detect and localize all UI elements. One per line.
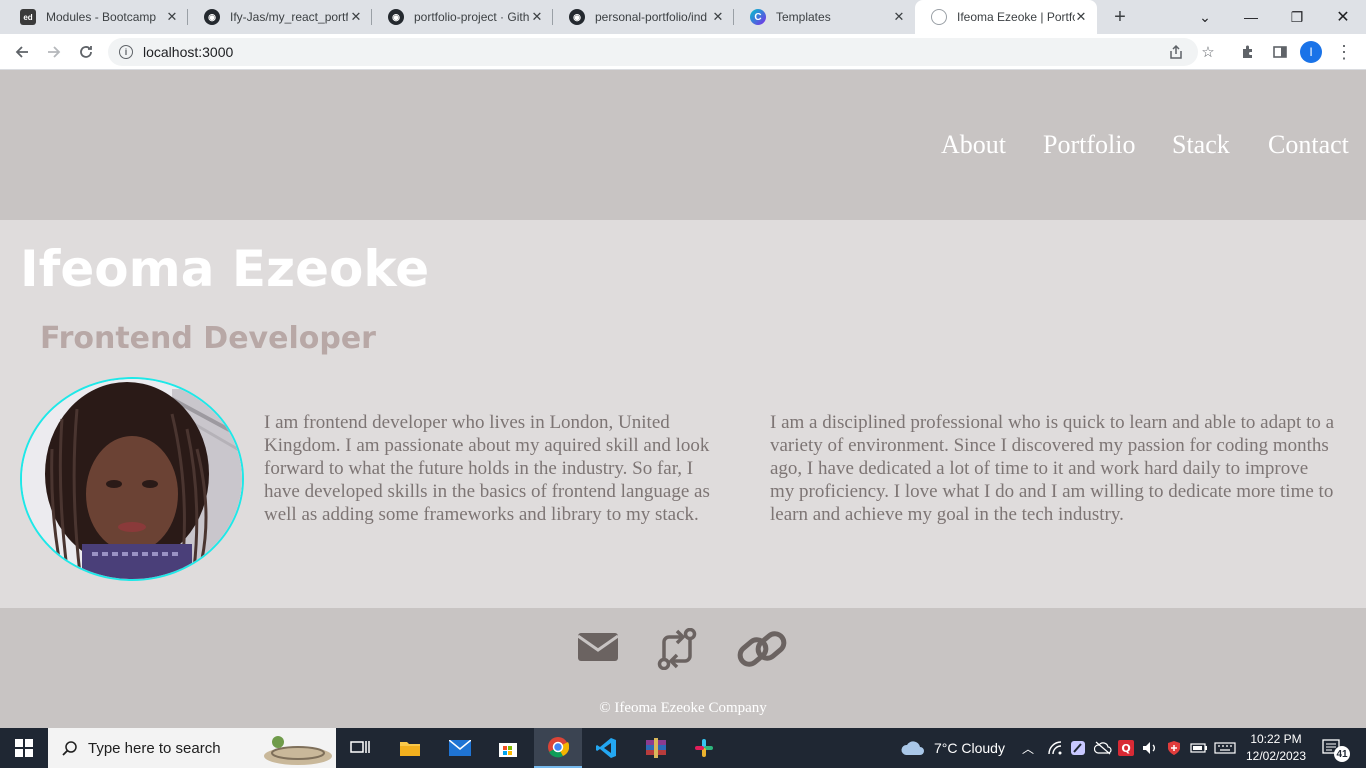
browser-tab-strip: ed Modules - Bootcamp ✕ ◉ Ify-Jas/my_rea… — [0, 0, 1366, 34]
close-window-icon[interactable]: ✕ — [1320, 0, 1366, 34]
forward-icon[interactable] — [42, 40, 66, 64]
minimize-icon[interactable]: — — [1228, 0, 1274, 34]
address-bar[interactable]: i localhost:3000 — [108, 38, 1198, 66]
bio-paragraph-right: I am a disciplined professional who is q… — [770, 412, 1335, 525]
copyright-text: © Ifeoma Ezeoke Company — [599, 700, 767, 716]
close-tab-icon[interactable]: ✕ — [710, 9, 726, 25]
address-url[interactable]: localhost:3000 — [143, 44, 233, 60]
winrar-icon[interactable] — [632, 728, 680, 768]
subtitle: Frontend Developer — [40, 321, 376, 356]
close-tab-icon[interactable]: ✕ — [348, 9, 364, 25]
network-icon[interactable] — [1048, 728, 1064, 768]
share-icon[interactable] — [1164, 40, 1188, 64]
side-panel-icon[interactable] — [1268, 40, 1292, 64]
envelope-icon[interactable] — [577, 630, 619, 669]
menu-icon[interactable]: ⋮ — [1332, 40, 1356, 64]
close-tab-icon[interactable]: ✕ — [1073, 9, 1089, 25]
browser-tab[interactable]: ◉ portfolio-project · Gith ✕ — [372, 0, 553, 34]
nav-stack[interactable]: Stack — [1172, 130, 1230, 160]
battery-icon[interactable] — [1190, 728, 1208, 768]
bookmark-star-icon[interactable]: ☆ — [1196, 40, 1220, 64]
weather-widget[interactable]: 7°C Cloudy — [900, 728, 1005, 768]
nav-contact[interactable]: Contact — [1268, 130, 1349, 160]
site-info-icon[interactable]: i — [119, 45, 133, 59]
cloud-off-icon[interactable] — [1094, 728, 1112, 768]
search-highlight-image — [264, 736, 332, 765]
git-compare-icon[interactable] — [657, 627, 697, 675]
weather-text: 7°C Cloudy — [934, 740, 1005, 756]
close-tab-icon[interactable]: ✕ — [529, 9, 545, 25]
windows-taskbar: Type here to search 7°C Cloudy ︿ Q 10:22… — [0, 728, 1366, 768]
bio-paragraph-left: I am frontend developer who lives in Lon… — [264, 412, 710, 525]
browser-tab[interactable]: ◉ personal-portfolio/ind ✕ — [553, 0, 734, 34]
page-title: Ifeoma Ezeoke — [20, 240, 430, 298]
site-footer: © Ifeoma Ezeoke Company — [0, 608, 1366, 728]
mail-icon[interactable] — [436, 728, 484, 768]
restore-icon[interactable]: ❐ — [1274, 0, 1320, 34]
clock-time: 10:22 PM — [1250, 732, 1302, 746]
search-icon — [62, 741, 77, 756]
notifications-icon[interactable]: 41 — [1322, 728, 1350, 768]
back-icon[interactable] — [10, 40, 34, 64]
github-icon: ◉ — [204, 9, 220, 25]
link-icon[interactable] — [737, 629, 787, 674]
github-icon: ◉ — [569, 9, 585, 25]
keyboard-icon[interactable] — [1214, 728, 1236, 768]
bootcamp-icon: ed — [20, 9, 36, 25]
svg-text:Q: Q — [1121, 742, 1130, 755]
search-placeholder: Type here to search — [88, 739, 221, 757]
taskbar-search-box[interactable]: Type here to search — [48, 728, 336, 768]
site-header: About Portfolio Stack Contact — [0, 70, 1366, 220]
cloud-icon — [901, 741, 924, 755]
nav-about[interactable]: About — [941, 130, 1006, 160]
shield-icon[interactable] — [1166, 728, 1182, 768]
tab-search-icon[interactable]: ⌄ — [1182, 0, 1228, 34]
extensions-icon[interactable] — [1236, 40, 1260, 64]
reload-icon[interactable] — [74, 40, 98, 64]
pen-app-icon[interactable] — [1070, 728, 1086, 768]
windows-start-button[interactable] — [0, 728, 48, 768]
page-viewport: About Portfolio Stack Contact Ifeoma Eze… — [0, 70, 1366, 728]
browser-tab[interactable]: C Templates ✕ — [734, 0, 915, 34]
store-icon[interactable] — [484, 728, 532, 768]
new-tab-button[interactable]: + — [1108, 5, 1132, 29]
github-icon: ◉ — [388, 9, 404, 25]
close-tab-icon[interactable]: ✕ — [164, 9, 180, 25]
taskbar-clock[interactable]: 10:22 PM 12/02/2023 — [1240, 731, 1312, 765]
close-tab-icon[interactable]: ✕ — [891, 9, 907, 25]
show-hidden-icons[interactable]: ︿ — [1022, 728, 1034, 768]
notification-count-badge: 41 — [1334, 746, 1350, 762]
chrome-icon[interactable] — [534, 728, 582, 768]
browser-tab[interactable]: ◉ Ify-Jas/my_react_portf ✕ — [188, 0, 372, 34]
clock-date: 12/02/2023 — [1245, 749, 1307, 763]
profile-avatar[interactable]: I — [1300, 41, 1322, 63]
task-view-icon[interactable] — [336, 728, 384, 768]
browser-toolbar: i localhost:3000 ☆ ⋮ — [0, 34, 1366, 70]
nav-portfolio[interactable]: Portfolio — [1043, 130, 1135, 160]
canva-icon: C — [750, 9, 766, 25]
slack-icon[interactable] — [680, 728, 728, 768]
volume-icon[interactable] — [1142, 728, 1158, 768]
globe-icon — [931, 9, 947, 25]
file-explorer-icon[interactable] — [386, 728, 434, 768]
security-app-icon[interactable]: Q — [1118, 728, 1134, 768]
browser-tab[interactable]: ed Modules - Bootcamp ✕ — [4, 0, 188, 34]
browser-tab-active[interactable]: Ifeoma Ezeoke | Portfo ✕ — [915, 0, 1097, 34]
profile-photo — [20, 377, 244, 581]
vscode-icon[interactable] — [582, 728, 630, 768]
